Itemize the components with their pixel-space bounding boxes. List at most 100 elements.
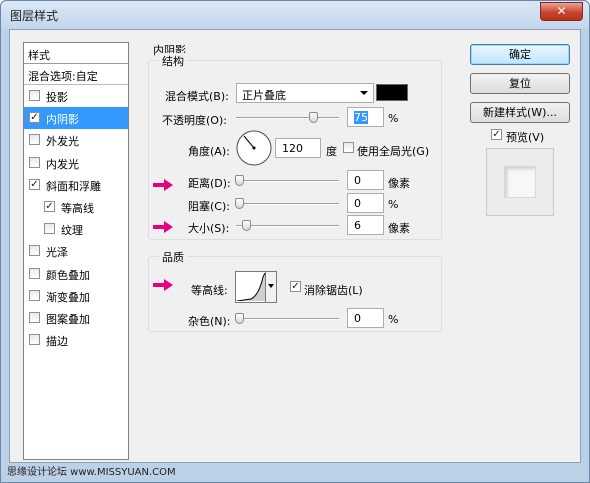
angle-unit: 度: [326, 145, 337, 158]
style-list-header[interactable]: 样式: [24, 43, 128, 64]
style-item[interactable]: ✓ 等高线: [24, 196, 128, 218]
distance-slider-handle[interactable]: [235, 175, 244, 186]
style-item-checkbox[interactable]: [29, 334, 40, 346]
contour-picker[interactable]: [235, 271, 277, 303]
distance-unit: 像素: [388, 177, 410, 190]
layer-style-dialog: 图层样式 ✕ 样式 混合选项:自定 投影 ✓ 内阴影外发光内发光 ✓ 斜面和浮雕 ✓ 等高线…: [0, 0, 590, 483]
style-item[interactable]: 渐变叠加: [24, 285, 128, 307]
style-item[interactable]: 外发光: [24, 129, 128, 151]
choke-slider[interactable]: [235, 198, 339, 209]
style-item-label: 斜面和浮雕: [46, 179, 101, 193]
style-item[interactable]: 纹理: [24, 218, 128, 240]
window-title: 图层样式: [10, 9, 59, 23]
opacity-input[interactable]: 75: [347, 107, 384, 127]
choke-label: 阻塞(C):: [188, 200, 230, 213]
anti-alias-checkbox[interactable]: ✓: [290, 281, 301, 292]
style-item-checkbox[interactable]: [29, 289, 40, 301]
size-unit: 像素: [388, 222, 410, 235]
opacity-slider-handle[interactable]: [309, 112, 318, 123]
opacity-unit: %: [388, 112, 399, 125]
angle-label: 角度(A):: [188, 145, 230, 158]
global-light-label: 使用全局光(G): [357, 145, 430, 158]
size-input[interactable]: 6: [347, 215, 384, 235]
close-icon: ✕: [556, 4, 567, 18]
size-slider-handle[interactable]: [242, 220, 251, 231]
preview-swatch: [504, 166, 536, 198]
blend-color-swatch[interactable]: [376, 84, 408, 101]
style-item-label: 颜色叠加: [46, 268, 90, 282]
style-item-label: 渐变叠加: [46, 290, 90, 304]
style-list: 样式 混合选项:自定 投影 ✓ 内阴影外发光内发光 ✓ 斜面和浮雕 ✓ 等高线纹理光泽颜色叠…: [23, 42, 129, 460]
style-item-checkbox[interactable]: [44, 223, 55, 235]
style-item[interactable]: ✓ 斜面和浮雕: [24, 174, 128, 196]
opacity-label: 不透明度(O):: [162, 114, 227, 127]
style-item[interactable]: 图案叠加: [24, 307, 128, 329]
style-item-label: 图案叠加: [46, 312, 90, 326]
chevron-down-icon: [360, 91, 368, 95]
noise-unit: %: [388, 313, 399, 326]
size-slider[interactable]: [236, 220, 339, 231]
annotation-arrow-icon: [153, 279, 173, 291]
style-item-checkbox[interactable]: [29, 311, 40, 323]
style-item[interactable]: ✓ 内阴影: [24, 107, 128, 130]
noise-slider[interactable]: [235, 313, 339, 324]
dialog-client: 样式 混合选项:自定 投影 ✓ 内阴影外发光内发光 ✓ 斜面和浮雕 ✓ 等高线纹理光泽颜色叠…: [9, 29, 581, 463]
style-item-label: 光泽: [46, 246, 68, 260]
global-light-checkbox[interactable]: [343, 142, 354, 153]
ok-button[interactable]: 确定: [470, 44, 570, 65]
contour-curve-icon: [237, 273, 265, 301]
distance-label: 距离(D):: [188, 177, 231, 190]
style-item-label: 内发光: [46, 157, 79, 171]
annotation-arrow-icon: [153, 221, 173, 233]
angle-input[interactable]: 120: [275, 138, 321, 158]
reset-button[interactable]: 复位: [470, 73, 570, 94]
structure-legend: 结构: [159, 53, 187, 69]
preview-checkbox[interactable]: ✓: [491, 129, 502, 140]
close-button[interactable]: ✕: [540, 2, 583, 21]
anti-alias-label: 消除锯齿(L): [304, 284, 363, 297]
noise-input[interactable]: 0: [347, 308, 384, 328]
distance-input[interactable]: 0: [347, 170, 384, 190]
style-item[interactable]: 光泽: [24, 240, 128, 262]
annotation-arrow-icon: [153, 179, 173, 191]
style-item-label: 等高线: [61, 201, 94, 215]
style-item[interactable]: 投影: [24, 85, 128, 107]
style-item-label: 投影: [46, 91, 68, 104]
watermark: 思缘设计论坛 www.MISSYUAN.COM: [7, 467, 176, 478]
style-item-checkbox[interactable]: [29, 90, 40, 101]
style-item-label: 内阴影: [46, 113, 79, 127]
style-preview: [486, 148, 554, 216]
title-bar[interactable]: 图层样式 ✕: [1, 1, 589, 29]
style-item-label: 纹理: [61, 224, 83, 238]
contour-dropdown-button[interactable]: [265, 272, 276, 302]
blend-mode-select[interactable]: 正片叠底: [236, 83, 374, 103]
style-item-checkbox[interactable]: ✓: [29, 178, 40, 190]
style-item-checkbox[interactable]: [29, 156, 40, 168]
style-item-checkbox[interactable]: ✓: [29, 112, 40, 124]
blend-mode-value: 正片叠底: [242, 89, 286, 102]
noise-slider-handle[interactable]: [235, 313, 244, 324]
quality-legend: 品质: [159, 249, 187, 265]
chevron-down-icon: [268, 284, 274, 288]
size-label: 大小(S):: [188, 222, 230, 235]
blending-options-item[interactable]: 混合选项:自定: [24, 64, 128, 85]
style-item[interactable]: 颜色叠加: [24, 263, 128, 285]
style-item-label: 外发光: [46, 135, 79, 149]
distance-slider[interactable]: [235, 175, 339, 186]
opacity-slider[interactable]: [236, 112, 339, 123]
style-items: 投影 ✓ 内阴影外发光内发光 ✓ 斜面和浮雕 ✓ 等高线纹理光泽颜色叠加渐变叠加图案叠加描边: [24, 85, 128, 351]
style-item[interactable]: 内发光: [24, 152, 128, 174]
choke-input[interactable]: 0: [347, 193, 384, 213]
style-item-checkbox[interactable]: ✓: [44, 200, 55, 212]
choke-slider-handle[interactable]: [235, 198, 244, 209]
blend-mode-label: 混合模式(B):: [165, 90, 229, 103]
angle-dial[interactable]: [235, 129, 273, 167]
preview-label: 预览(V): [506, 131, 545, 144]
style-item-checkbox[interactable]: [29, 267, 40, 279]
style-item-checkbox[interactable]: [29, 134, 40, 146]
style-item-checkbox[interactable]: [29, 245, 40, 257]
style-item[interactable]: 描边: [24, 329, 128, 351]
choke-unit: %: [388, 198, 399, 211]
contour-label: 等高线:: [191, 284, 228, 297]
new-style-button[interactable]: 新建样式(W)...: [470, 102, 570, 123]
